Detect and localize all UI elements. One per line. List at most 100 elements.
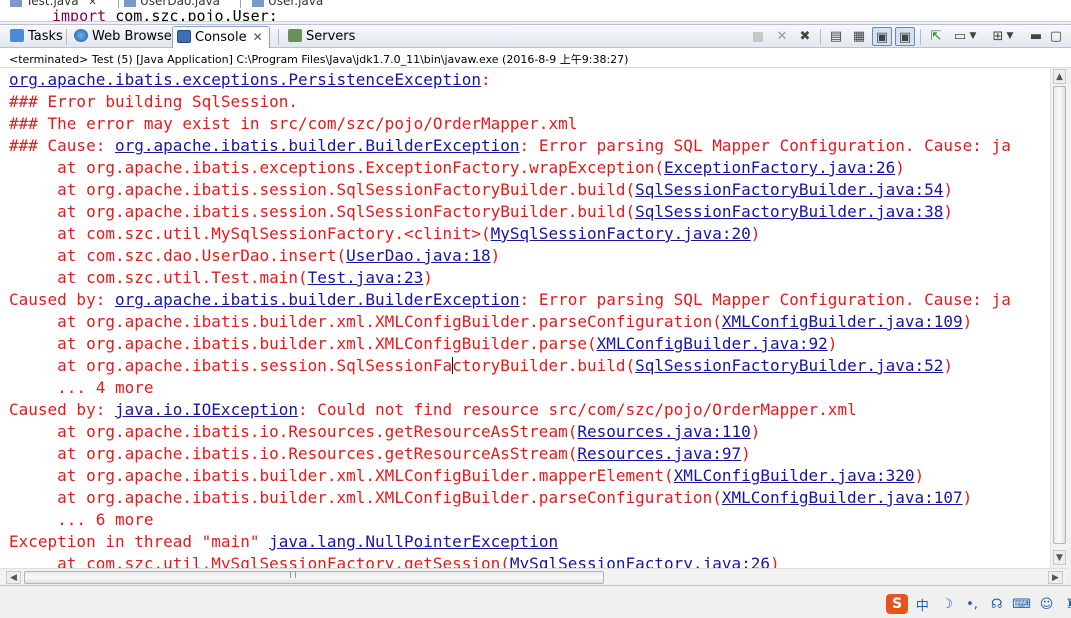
bottom-status-area: S 中 ☽ •, ☊ ⌨ ☺ ♜ ✱ [0, 585, 1071, 618]
close-icon[interactable]: ✕ [253, 30, 263, 44]
voice-icon[interactable]: ☊ [986, 597, 1007, 612]
remove-launch-button[interactable]: ✕ [772, 27, 792, 46]
tab-label: Tasks [28, 29, 63, 44]
console-text: ### Cause: [9, 136, 115, 155]
vertical-scrollbar[interactable]: ▲ ▼ [1050, 68, 1067, 568]
console-output[interactable]: org.apache.ibatis.exceptions.Persistence… [0, 68, 1050, 568]
console-text: ) [962, 312, 973, 331]
console-text: at com.szc.dao.UserDao.insert( [9, 246, 347, 265]
console-text: ) [750, 422, 761, 441]
stacktrace-link[interactable]: Resources.java:110 [577, 422, 750, 441]
pin-console-button[interactable]: ⇱ [926, 27, 946, 46]
console-text: at org.apache.ibatis.builder.xml.XMLConf… [9, 312, 722, 331]
ime-mode-toggle[interactable]: 中 [912, 595, 933, 614]
console-text: at com.szc.util.Test.main( [9, 268, 308, 287]
stderr-icon: ▣ [898, 30, 912, 45]
clear-console-button[interactable]: ▤ [826, 27, 846, 46]
remove-all-terminated-button[interactable]: ✖ [795, 27, 815, 46]
servers-icon [288, 29, 302, 42]
horizontal-scroll-thumb[interactable] [24, 571, 604, 584]
code-keyword: import [52, 7, 107, 22]
stacktrace-link[interactable]: MySqlSessionFactory.java:26 [510, 554, 770, 568]
stacktrace-link[interactable]: XMLConfigBuilder.java:107 [722, 488, 963, 507]
console-line: at com.szc.util.MySqlSessionFactory.<cli… [9, 223, 760, 245]
console-line: at com.szc.dao.UserDao.insert(UserDao.ja… [9, 245, 500, 267]
stacktrace-link[interactable]: org.apache.ibatis.exceptions.Persistence… [9, 70, 481, 89]
stdout-icon: ▣ [875, 30, 889, 45]
scroll-left-arrow-icon[interactable]: ◀ [6, 571, 21, 584]
console-text: Caused by: [9, 400, 115, 419]
stacktrace-link[interactable]: java.io.IOException [115, 400, 298, 419]
horizontal-scrollbar[interactable]: ◀ ▶ [0, 568, 1067, 585]
globe-icon [74, 29, 88, 42]
stacktrace-link[interactable]: org.apache.ibatis.builder.BuilderExcepti… [115, 136, 520, 155]
console-text: ) [943, 356, 954, 375]
console-text: ) [914, 466, 925, 485]
stacktrace-link[interactable]: SqlSessionFactoryBuilder.java:38 [635, 202, 943, 221]
console-text: ) [962, 488, 973, 507]
scroll-lock-icon: ▦ [852, 29, 866, 44]
stacktrace-link[interactable]: MySqlSessionFactory.java:20 [491, 224, 751, 243]
console-text: : Could not find resource src/com/szc/po… [298, 400, 857, 419]
display-console-dropdown[interactable]: ▼ [967, 27, 979, 46]
chevron-down-icon: ▼ [969, 31, 977, 41]
stacktrace-link[interactable]: SqlSessionFactoryBuilder.java:54 [635, 180, 943, 199]
console-text: at org.apache.ibatis.session.SqlSessionF… [9, 202, 636, 221]
tasks-icon [10, 29, 24, 42]
console-text: at org.apache.ibatis.session.SqlSessionF… [9, 356, 453, 375]
stacktrace-link[interactable]: XMLConfigBuilder.java:109 [722, 312, 963, 331]
stacktrace-link[interactable]: Resources.java:97 [577, 444, 741, 463]
tab-tasks[interactable]: Tasks [6, 26, 69, 47]
java-file-icon [124, 0, 136, 7]
console-line: at org.apache.ibatis.builder.xml.XMLConf… [9, 465, 924, 487]
show-on-stderr-button[interactable]: ▣ [895, 27, 915, 46]
console-line: at org.apache.ibatis.builder.xml.XMLConf… [9, 487, 972, 509]
show-on-stdout-button[interactable]: ▣ [872, 27, 892, 46]
terminate-button[interactable] [748, 27, 768, 46]
stacktrace-link[interactable]: SqlSessionFactoryBuilder.java:52 [635, 356, 943, 375]
tab-web-browser[interactable]: Web Browser [70, 26, 183, 47]
stacktrace-link[interactable]: java.lang.NullPointerException [269, 532, 558, 551]
toolbar-separator [820, 29, 821, 45]
stacktrace-link[interactable]: Test.java:23 [308, 268, 424, 287]
console-text: ### Error building SqlSession. [9, 92, 298, 111]
stacktrace-link[interactable]: XMLConfigBuilder.java:92 [597, 334, 828, 353]
stop-icon [753, 31, 763, 42]
console-line: Exception in thread "main" java.lang.Nul… [9, 531, 558, 553]
console-line: ### Error building SqlSession. [9, 91, 298, 113]
maximize-button[interactable]: ▢ [1046, 27, 1066, 46]
console-line: at org.apache.ibatis.session.SqlSessionF… [9, 355, 953, 377]
minimize-button[interactable]: ▬ [1026, 27, 1046, 46]
console-line: ... 6 more [9, 509, 153, 531]
remove-all-icon: ✖ [799, 29, 811, 44]
punctuation-icon[interactable]: •, [961, 597, 982, 612]
tab-servers[interactable]: Servers [284, 26, 361, 47]
console-text: at org.apache.ibatis.io.Resources.getRes… [9, 422, 578, 441]
scroll-up-arrow-icon[interactable]: ▲ [1053, 69, 1066, 84]
skin-icon[interactable]: ♜ [1061, 597, 1071, 612]
console-line: at com.szc.util.MySqlSessionFactory.getS… [9, 553, 779, 568]
console-text: ) [741, 444, 751, 463]
ime-toolbar[interactable]: S 中 ☽ •, ☊ ⌨ ☺ ♜ ✱ [886, 594, 1071, 614]
scroll-right-arrow-icon[interactable]: ▶ [1048, 571, 1063, 584]
stacktrace-link[interactable]: ExceptionFactory.java:26 [664, 158, 895, 177]
open-console-dropdown[interactable]: ▼ [1004, 27, 1016, 46]
keyboard-icon[interactable]: ⌨ [1011, 597, 1032, 612]
stacktrace-link[interactable]: UserDao.java:18 [346, 246, 491, 265]
console-text: ) [943, 180, 954, 199]
console-text: ### The error may exist in src/com/szc/p… [9, 114, 578, 133]
editor-tab-strip: Test.java ✕ UserDao.java User.java impor… [0, 0, 1071, 22]
stacktrace-link[interactable]: XMLConfigBuilder.java:320 [674, 466, 915, 485]
scroll-grip-icon [290, 571, 296, 578]
console-text: at org.apache.ibatis.exceptions.Exceptio… [9, 158, 665, 177]
scroll-lock-button[interactable]: ▦ [849, 27, 869, 46]
moon-icon[interactable]: ☽ [937, 597, 958, 612]
ime-logo-icon[interactable]: S [886, 594, 908, 614]
tab-console[interactable]: Console ✕ [172, 26, 270, 49]
console-text: ) [490, 246, 501, 265]
console-text: : Error parsing SQL Mapper Configuration… [519, 136, 1011, 155]
vertical-scroll-thumb[interactable] [1053, 86, 1066, 544]
user-icon[interactable]: ☺ [1036, 597, 1057, 612]
scroll-down-arrow-icon[interactable]: ▼ [1053, 550, 1066, 565]
stacktrace-link[interactable]: org.apache.ibatis.builder.BuilderExcepti… [115, 290, 520, 309]
